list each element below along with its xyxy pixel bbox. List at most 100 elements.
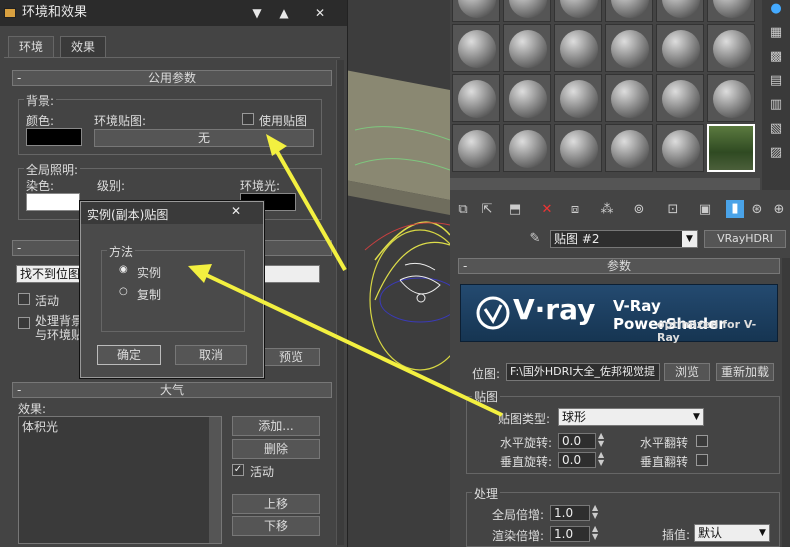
sample-slot[interactable] bbox=[554, 124, 602, 172]
sample-slot[interactable] bbox=[503, 0, 551, 22]
spinner-arrows-icon[interactable]: ▲ ▼ bbox=[598, 451, 604, 467]
rollout-params[interactable]: - 参数 bbox=[458, 258, 780, 274]
add-effect-button[interactable]: 添加... bbox=[232, 416, 320, 436]
chevron-down-icon[interactable]: ▼ bbox=[756, 525, 769, 541]
collapse-icon[interactable]: - bbox=[17, 71, 21, 85]
process-bg-checkbox[interactable] bbox=[18, 317, 30, 329]
background-color-swatch[interactable] bbox=[26, 128, 82, 146]
tab-environment[interactable]: 环境 bbox=[8, 36, 55, 58]
sample-slot[interactable] bbox=[503, 24, 551, 72]
map-type-button[interactable]: VRayHDRI bbox=[704, 230, 786, 248]
reload-button[interactable]: 重新加载 bbox=[716, 363, 774, 381]
sample-slot[interactable] bbox=[605, 124, 653, 172]
sample-slot[interactable] bbox=[452, 24, 500, 72]
bitmap-path-field[interactable]: F:\国外HDRI大全_佐邦视觉提 bbox=[506, 363, 660, 381]
minimize-icon[interactable]: ▼ bbox=[247, 0, 267, 26]
preview-button[interactable]: 预览 bbox=[262, 348, 320, 366]
collapse-icon[interactable]: - bbox=[17, 383, 21, 397]
sample-slot[interactable] bbox=[554, 0, 602, 22]
chevron-down-icon[interactable]: ▼ bbox=[690, 409, 703, 425]
tab-effects[interactable]: 效果 bbox=[60, 36, 107, 58]
sample-slot[interactable] bbox=[554, 74, 602, 122]
delete-effect-button[interactable]: 删除 bbox=[232, 439, 320, 459]
cancel-button[interactable]: 取消 bbox=[175, 345, 247, 365]
sample-type-icon[interactable]: ● bbox=[767, 0, 785, 18]
go-sibling-icon[interactable]: ⊕ bbox=[770, 201, 788, 219]
sample-slot[interactable] bbox=[605, 24, 653, 72]
ok-button[interactable]: 确定 bbox=[97, 345, 161, 365]
effects-list[interactable]: 体积光 bbox=[18, 416, 222, 544]
popup-titlebar: 实例(副本)贴图 ✕ bbox=[81, 202, 263, 224]
overall-mult-spinner[interactable]: 1.0 bbox=[550, 505, 590, 521]
show-map-icon[interactable]: ▣ bbox=[696, 201, 714, 219]
radio-copy[interactable]: ○ bbox=[119, 286, 128, 297]
render-mult-spinner[interactable]: 1.0 bbox=[550, 526, 590, 542]
sample-slot[interactable] bbox=[656, 74, 704, 122]
sample-slot[interactable] bbox=[503, 74, 551, 122]
slots-scrollbar[interactable] bbox=[450, 178, 760, 190]
sample-slot[interactable] bbox=[452, 124, 500, 172]
make-preview-icon[interactable]: ▧ bbox=[767, 120, 785, 138]
tint-color-swatch[interactable] bbox=[26, 193, 80, 211]
eyedropper-icon[interactable]: ✎ bbox=[526, 230, 544, 248]
collapse-icon[interactable]: - bbox=[17, 241, 21, 255]
put-to-library-icon[interactable]: ⊚ bbox=[630, 201, 648, 219]
map-type-dropdown[interactable]: 球形 bbox=[558, 408, 704, 426]
use-map-checkbox[interactable] bbox=[242, 113, 254, 125]
material-id-icon[interactable]: ⊡ bbox=[664, 201, 682, 219]
sample-slot[interactable] bbox=[707, 24, 755, 72]
dialog-scrollbar[interactable] bbox=[336, 60, 344, 545]
rollout-common-params[interactable]: - 公用参数 bbox=[12, 70, 332, 86]
effects-list-scrollbar[interactable] bbox=[209, 417, 221, 543]
sample-slot[interactable] bbox=[605, 0, 653, 22]
sample-slot[interactable] bbox=[503, 124, 551, 172]
background-icon[interactable]: ▩ bbox=[767, 48, 785, 66]
spinner-arrows-icon[interactable]: ▲ ▼ bbox=[592, 525, 598, 541]
sample-slot[interactable] bbox=[656, 124, 704, 172]
uv-tiling-icon[interactable]: ▤ bbox=[767, 72, 785, 90]
restore-icon[interactable]: ▲ bbox=[274, 0, 294, 26]
close-icon[interactable]: ✕ bbox=[231, 204, 241, 218]
reset-map-icon[interactable]: ✕ bbox=[538, 201, 556, 219]
move-up-button[interactable]: 上移 bbox=[232, 494, 320, 514]
collapse-icon[interactable]: - bbox=[463, 259, 467, 273]
close-icon[interactable]: ✕ bbox=[310, 0, 330, 26]
sample-slot[interactable] bbox=[656, 0, 704, 22]
sample-slot[interactable] bbox=[452, 0, 500, 22]
sample-slot[interactable] bbox=[707, 74, 755, 122]
sample-slot[interactable] bbox=[605, 74, 653, 122]
assign-material-icon[interactable]: ⬒ bbox=[506, 201, 524, 219]
move-down-button[interactable]: 下移 bbox=[232, 516, 320, 536]
effects-list-item[interactable]: 体积光 bbox=[19, 417, 221, 436]
copy-material-icon[interactable]: ⧈ bbox=[566, 201, 584, 219]
effect-active-checkbox[interactable]: ✓ bbox=[232, 464, 244, 476]
sample-slot[interactable] bbox=[707, 124, 755, 172]
browse-button[interactable]: 浏览 bbox=[664, 363, 710, 381]
h-flip-checkbox[interactable] bbox=[696, 435, 708, 447]
options-icon[interactable]: ▨ bbox=[767, 144, 785, 162]
sample-slot[interactable] bbox=[554, 24, 602, 72]
h-rot-spinner[interactable]: 0.0 bbox=[558, 433, 596, 449]
sample-slot[interactable] bbox=[656, 24, 704, 72]
go-parent-icon[interactable]: ⊛ bbox=[748, 201, 766, 219]
backlight-icon[interactable]: ▦ bbox=[767, 24, 785, 42]
unique-icon[interactable]: ⁂ bbox=[598, 201, 616, 219]
show-end-result-icon[interactable]: ▮ bbox=[726, 200, 744, 218]
viewport[interactable] bbox=[345, 0, 450, 547]
env-map-button[interactable]: 无 bbox=[94, 129, 314, 147]
chevron-down-icon[interactable]: ▼ bbox=[682, 231, 697, 247]
v-flip-checkbox[interactable] bbox=[696, 454, 708, 466]
get-material-icon[interactable]: ⧉ bbox=[454, 201, 472, 219]
radio-instance[interactable]: ◉ bbox=[119, 264, 128, 275]
put-to-scene-icon[interactable]: ⇱ bbox=[478, 201, 496, 219]
sample-slot[interactable] bbox=[707, 0, 755, 22]
map-name-field[interactable]: 贴图 #2 bbox=[550, 230, 698, 248]
v-rot-spinner[interactable]: 0.0 bbox=[558, 452, 596, 468]
spinner-arrows-icon[interactable]: ▲ ▼ bbox=[598, 432, 604, 448]
rollout-atmosphere[interactable]: - 大气 bbox=[12, 382, 332, 398]
editor-scrollbar[interactable] bbox=[782, 258, 790, 547]
active-checkbox[interactable] bbox=[18, 293, 30, 305]
spinner-arrows-icon[interactable]: ▲ ▼ bbox=[592, 504, 598, 520]
video-color-check-icon[interactable]: ▥ bbox=[767, 96, 785, 114]
sample-slot[interactable] bbox=[452, 74, 500, 122]
